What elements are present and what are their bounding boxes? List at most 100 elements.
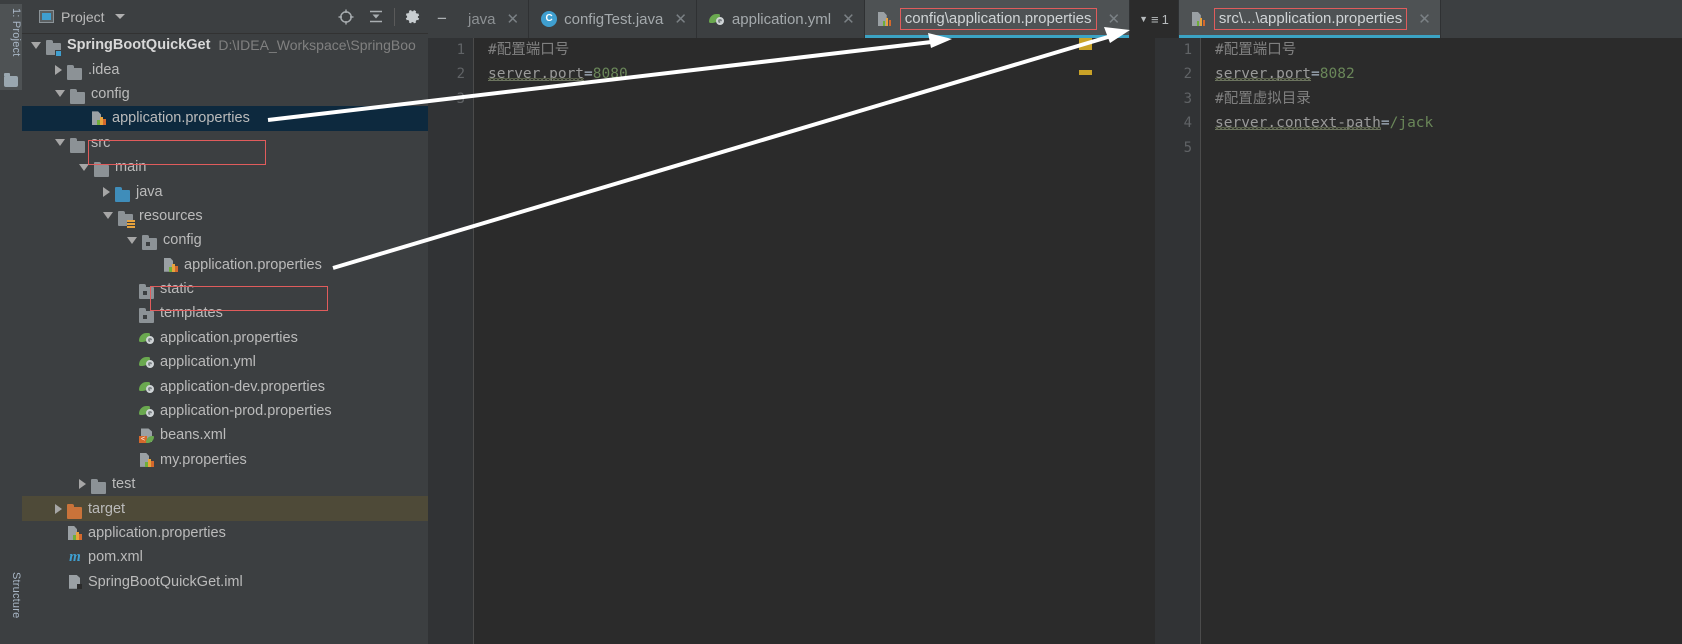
editor-splitter[interactable] [1094, 38, 1155, 644]
editor-tab[interactable]: application.yml ✕ [696, 0, 865, 38]
page-title: Project [61, 8, 105, 25]
tree-row[interactable]: resources [22, 204, 428, 229]
code-line[interactable]: server.port=8082 [1215, 62, 1682, 86]
close-icon[interactable]: ✕ [1108, 10, 1121, 28]
chevron-right-icon[interactable] [79, 479, 86, 490]
tree-row-label: templates [160, 305, 223, 322]
gutter-left: 1 2 3 [428, 38, 474, 644]
tool-button-project[interactable]: 1: Project [0, 4, 22, 90]
chevron-right-icon[interactable] [55, 64, 62, 75]
tool-button-project-label: 1: Project [10, 8, 22, 57]
property-value: 8080 [592, 66, 628, 83]
editor-tab-label: configTest.java [564, 10, 664, 28]
chevron-down-icon[interactable] [79, 163, 89, 171]
tree-row[interactable]: templates [22, 301, 428, 325]
spring-config-icon [139, 379, 155, 395]
tree-row[interactable]: src [22, 131, 428, 155]
code-line[interactable]: server.context-path=/jack [1215, 111, 1682, 135]
spring-config-icon [139, 354, 155, 370]
tree-row[interactable]: my.properties [22, 448, 428, 472]
tree-row[interactable]: test [22, 472, 428, 496]
module-folder-icon [46, 37, 62, 58]
chevron-down-icon[interactable] [55, 90, 65, 98]
editor-tab[interactable]: CconfigTest.java ✕ [529, 0, 697, 38]
code-line[interactable]: #配置虚拟目录 [1215, 87, 1682, 111]
line-number: 2 [1183, 66, 1192, 83]
chevron-down-icon[interactable] [103, 212, 113, 220]
tab-overflow-button[interactable]: ▼ ≡ 1 [1130, 0, 1179, 38]
project-file-tree[interactable]: SpringBootQuickGet D:\IDEA_Workspace\Spri… [22, 33, 428, 644]
chevron-down-icon[interactable] [127, 236, 137, 244]
tree-row-label: .idea [88, 61, 120, 78]
tree-row[interactable]: SpringBootQuickGet.iml [22, 570, 428, 594]
locate-icon[interactable] [331, 0, 361, 33]
property-key: server.context-path [1215, 115, 1381, 132]
chevron-down-icon[interactable] [31, 41, 41, 49]
code-line[interactable]: #配置端口号 [1215, 38, 1682, 62]
tree-row[interactable]: .idea [22, 57, 428, 81]
tree-row[interactable]: application.yml [22, 350, 428, 374]
tree-row[interactable]: m pom.xml [22, 545, 428, 569]
code-line-empty[interactable] [1215, 136, 1682, 160]
tree-row-label: my.properties [160, 451, 247, 468]
editor-tab[interactable]: java ✕ [456, 0, 530, 38]
properties-file-icon [163, 257, 179, 273]
tree-row[interactable]: target [22, 496, 428, 521]
chevron-right-icon[interactable] [103, 186, 110, 197]
tree-row-label: SpringBootQuickGet.iml [88, 573, 243, 590]
tree-row-label: resources [139, 207, 203, 224]
close-icon[interactable]: ✕ [507, 10, 520, 28]
tool-window-strip: 1: Project Structure [0, 0, 23, 644]
tree-row[interactable]: application.properties [22, 521, 428, 545]
editor-pane-right[interactable]: 12345 #配置端口号 server.port=8082 #配置虚拟目录 serve… [1155, 38, 1682, 644]
code-line-empty[interactable] [488, 87, 1094, 111]
project-tool-window: Project SpringBootQuickGet D:\IDEA_Works… [22, 0, 428, 644]
tree-row[interactable]: SpringBootQuickGet D:\IDEA_Workspace\Spri… [22, 33, 428, 58]
marker-modified-1 [1079, 38, 1092, 50]
chevron-right-icon[interactable] [55, 503, 62, 514]
close-icon[interactable]: ✕ [674, 10, 687, 28]
close-icon[interactable]: ✕ [1418, 10, 1431, 28]
properties-file-icon [91, 110, 107, 126]
tree-row[interactable]: main [22, 155, 428, 179]
code-line[interactable]: #配置端口号 [488, 38, 1094, 62]
close-icon[interactable]: ✕ [842, 10, 855, 28]
editor-tab-bar[interactable]: − java ✕ CconfigTest.java ✕ application.yml ✕ c… [428, 0, 1682, 38]
chevron-down-icon[interactable] [114, 14, 125, 19]
folder-icon [139, 281, 155, 300]
property-key: server.port [488, 66, 585, 83]
line-number: 3 [456, 90, 465, 107]
tree-row[interactable]: application-dev.properties [22, 374, 428, 398]
chevron-down-icon[interactable] [55, 139, 65, 147]
tree-row[interactable]: application-prod.properties [22, 399, 428, 423]
editor-tab[interactable]: src\...\application.properties ✕ [1178, 0, 1441, 38]
tree-row[interactable]: static [22, 277, 428, 301]
tree-row-label: application.yml [160, 354, 256, 371]
project-panel-toolbar [331, 0, 428, 33]
editor-tab[interactable]: config\application.properties ✕ [864, 0, 1131, 38]
code-right[interactable]: #配置端口号 server.port=8082 #配置虚拟目录 server.cont… [1215, 38, 1682, 644]
code-left[interactable]: #配置端口号 server.port=8080 [488, 38, 1094, 644]
tree-row[interactable]: application.properties [22, 326, 428, 350]
tree-row-label: application.properties [184, 256, 322, 273]
code-comment: #配置虚拟目录 [1215, 90, 1311, 107]
property-value: 8082 [1319, 66, 1355, 83]
folder-icon [70, 86, 86, 104]
tree-row[interactable]: java [22, 179, 428, 203]
tree-row[interactable]: < beans.xml [22, 423, 428, 447]
project-panel-title-group[interactable]: Project [39, 9, 125, 25]
tree-row[interactable]: config [22, 82, 428, 106]
hide-tabs-button[interactable]: − [428, 0, 456, 38]
editor-pane-left[interactable]: 1 2 3 #配置端口号 server.port=8080 [428, 38, 1094, 644]
tab-overflow-count: 1 [1161, 11, 1169, 27]
iml-file-icon [67, 574, 83, 590]
tool-button-structure[interactable]: Structure [0, 572, 22, 638]
code-line[interactable]: server.port=8080 [488, 62, 1094, 86]
tree-row[interactable]: application.properties [22, 106, 428, 131]
project-window-icon [39, 10, 54, 23]
tree-row[interactable]: config [22, 228, 428, 252]
editor-left-marker-column[interactable] [1078, 38, 1094, 644]
gear-icon[interactable] [398, 0, 428, 33]
tree-row[interactable]: application.properties [22, 253, 428, 277]
collapse-all-icon[interactable] [361, 0, 391, 33]
